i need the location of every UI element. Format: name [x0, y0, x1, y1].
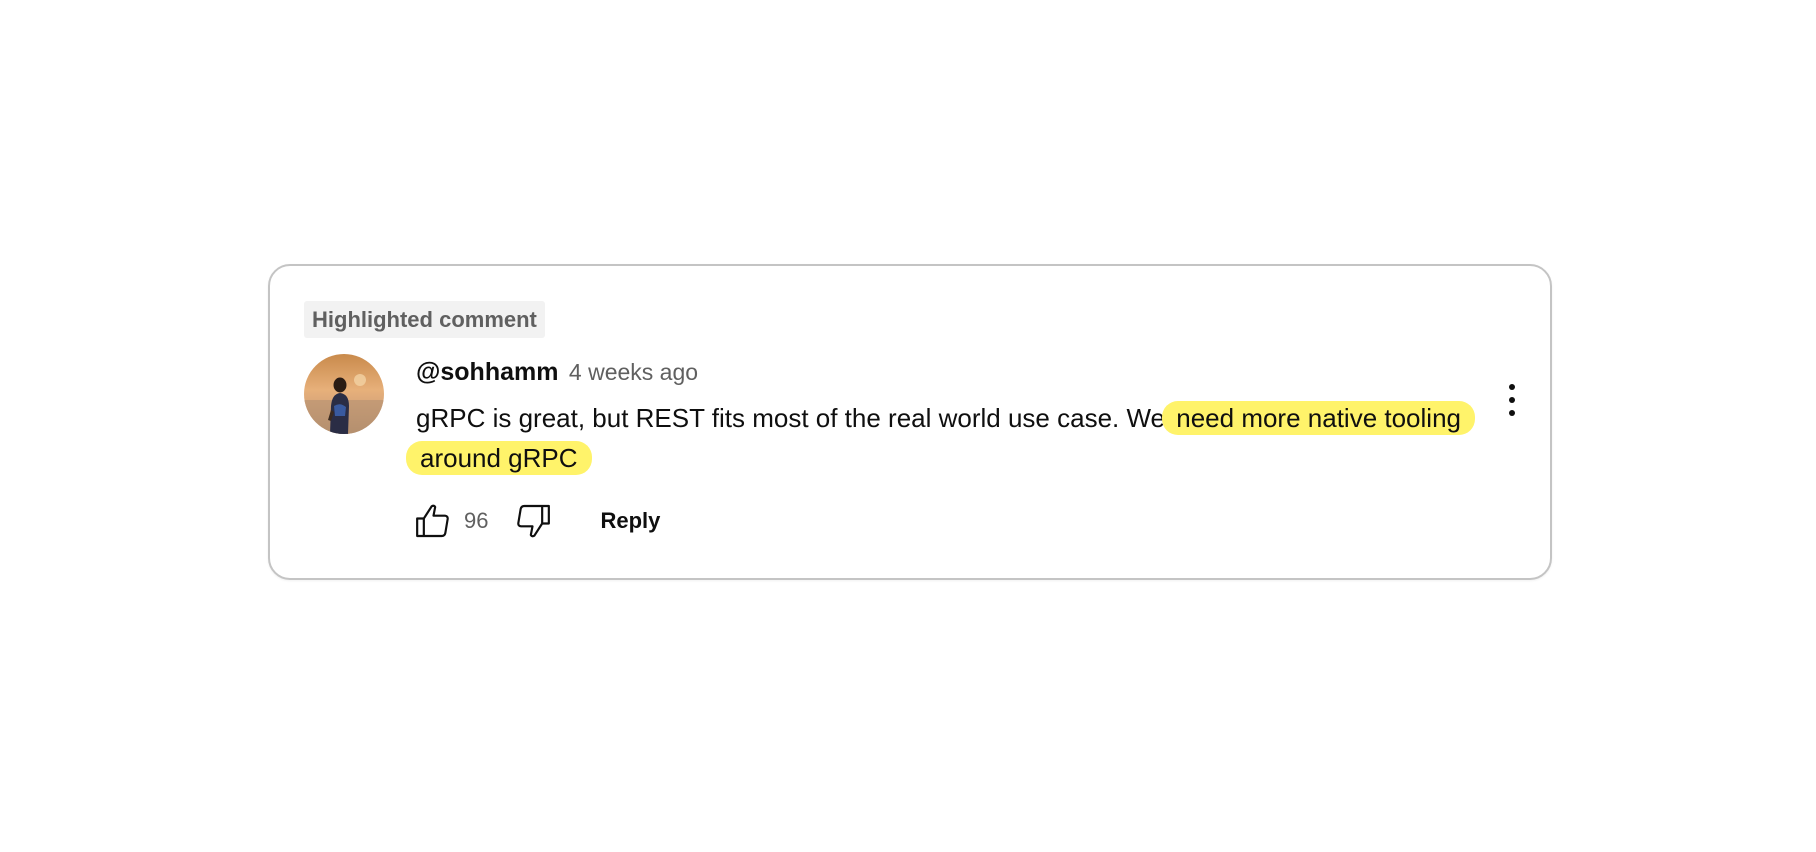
- comment-author[interactable]: @sohhamm: [416, 358, 558, 386]
- highlighted-comment-badge: Highlighted comment: [304, 301, 545, 338]
- comment-text: gRPC is great, but REST fits most of the…: [406, 398, 1475, 478]
- dislike-button[interactable]: [510, 498, 556, 544]
- thumbs-down-icon: [517, 504, 551, 538]
- avatar-photo: [304, 354, 384, 434]
- avatar[interactable]: [304, 354, 384, 434]
- more-actions-button[interactable]: [1492, 376, 1532, 424]
- thumbs-up-icon: [416, 504, 449, 538]
- comment-timestamp[interactable]: 4 weeks ago: [569, 359, 698, 385]
- reply-button[interactable]: Reply: [600, 508, 660, 534]
- comment-header: @sohhamm 4 weeks ago: [416, 356, 698, 392]
- more-vertical-icon: [1509, 384, 1515, 390]
- highlighted-comment-card: Highlighted comment @sohhamm 4 weeks ago: [268, 264, 1552, 580]
- like-count: 96: [464, 508, 489, 533]
- comment-text-plain: gRPC is great, but REST fits most of the…: [416, 403, 1166, 433]
- more-vertical-icon-dot: [1509, 397, 1515, 403]
- comment-actions: 96 Reply: [410, 498, 660, 544]
- like-button[interactable]: [410, 498, 456, 544]
- more-vertical-icon-dot: [1509, 410, 1515, 416]
